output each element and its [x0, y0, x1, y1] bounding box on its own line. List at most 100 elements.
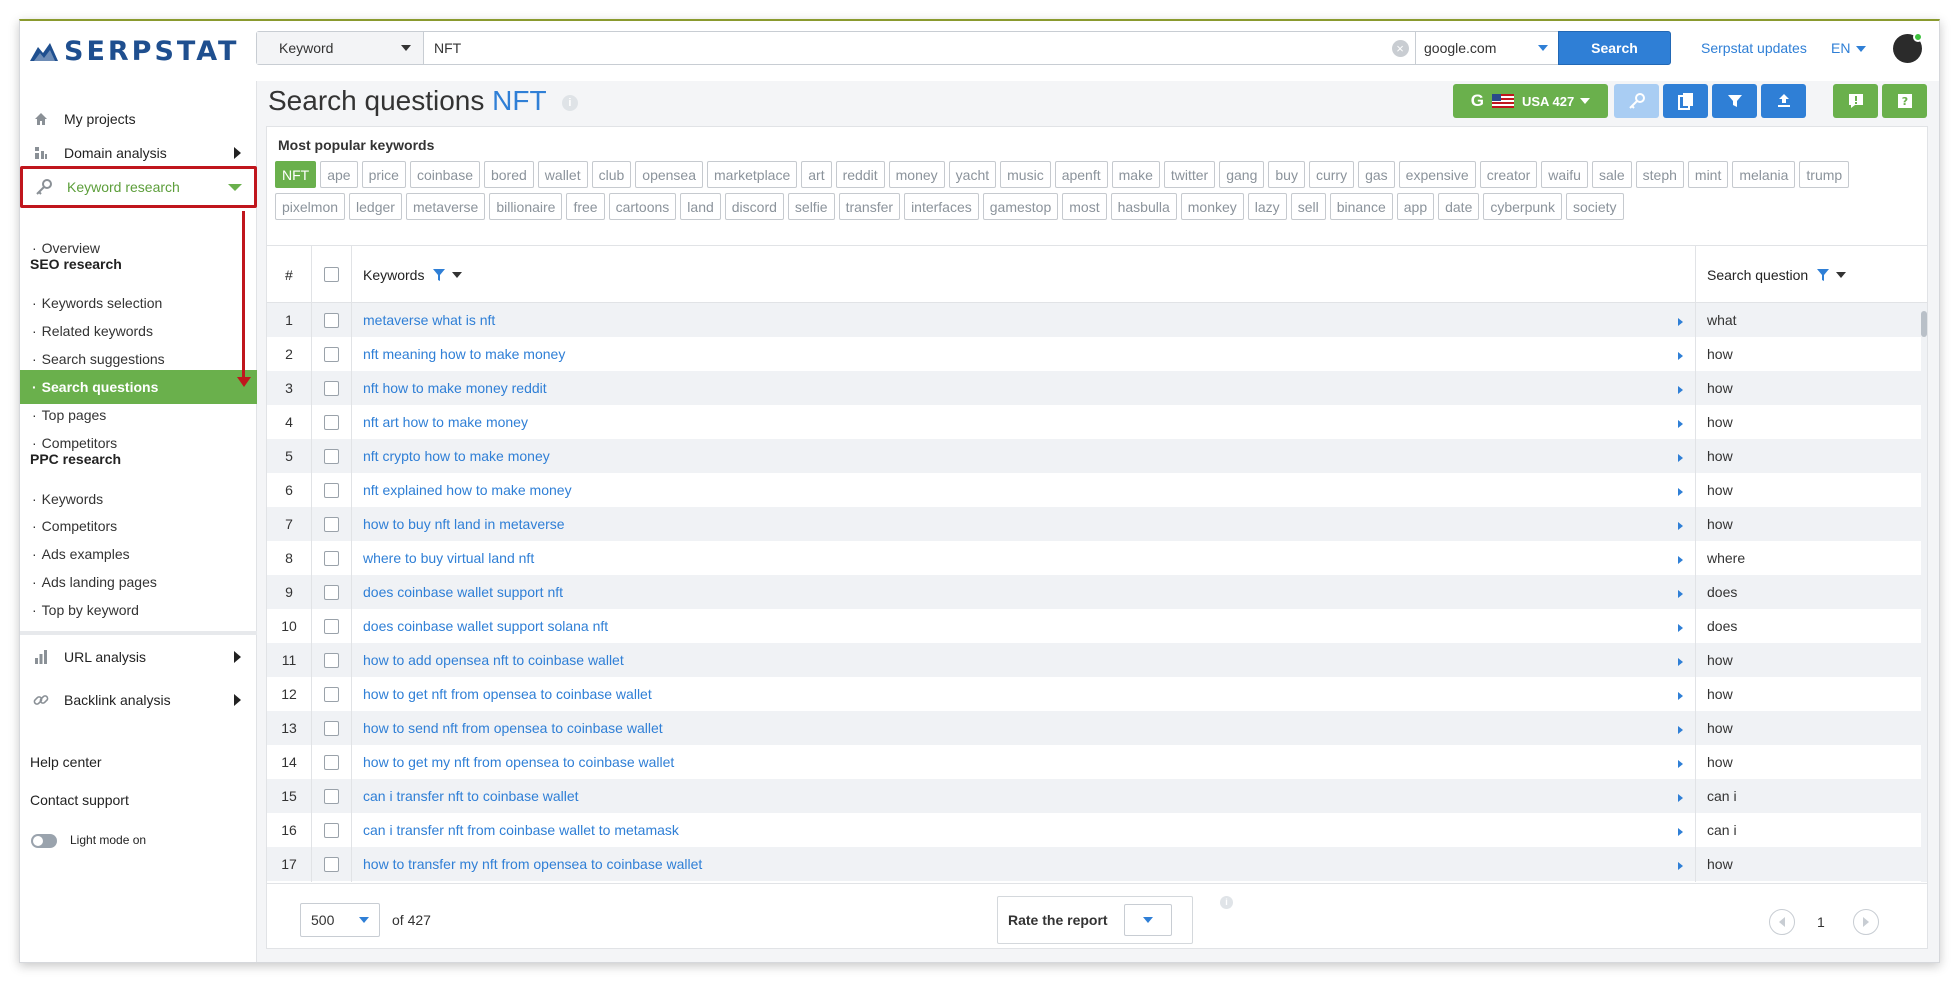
keyword-link[interactable]: how to send nft from opensea to coinbase…	[363, 711, 663, 745]
row-checkbox[interactable]	[324, 653, 339, 668]
report-issue-button[interactable]	[1833, 84, 1878, 118]
keyword-link[interactable]: metaverse what is nft	[363, 303, 495, 337]
sidebar-item-backlink-analysis[interactable]: Backlink analysis	[20, 680, 257, 720]
row-checkbox[interactable]	[324, 517, 339, 532]
keyword-chip[interactable]: pixelmon	[275, 193, 346, 220]
row-checkbox[interactable]	[324, 449, 339, 464]
keyword-chip[interactable]: melania	[1732, 161, 1796, 188]
row-checkbox[interactable]	[324, 415, 339, 430]
keyword-chip[interactable]: gas	[1358, 161, 1395, 188]
sidebar-item-keyword-research[interactable]: Keyword research	[20, 166, 257, 208]
logo[interactable]: SERPSTAT	[30, 31, 239, 71]
api-key-button[interactable]	[1614, 84, 1659, 118]
keyword-chip[interactable]: free	[566, 193, 605, 220]
row-checkbox[interactable]	[324, 381, 339, 396]
keyword-chip[interactable]: steph	[1635, 161, 1684, 188]
keyword-link[interactable]: how to buy nft land in metaverse	[363, 507, 565, 541]
expand-arrow-icon[interactable]	[1678, 760, 1683, 768]
keyword-chip[interactable]: yacht	[948, 161, 997, 188]
select-all-checkbox[interactable]	[324, 267, 339, 282]
sort-chevron-down-icon[interactable]	[452, 271, 463, 278]
keyword-chip[interactable]: gamestop	[982, 193, 1059, 220]
keyword-chip[interactable]: club	[591, 161, 632, 188]
keyword-chip[interactable]: trump	[1799, 161, 1850, 188]
keyword-chip[interactable]: gang	[1219, 161, 1265, 188]
keyword-chip[interactable]: transfer	[838, 193, 901, 220]
help-center-link[interactable]: Help center	[30, 754, 102, 770]
keyword-chip[interactable]: interfaces	[904, 193, 979, 220]
column-header-keywords[interactable]: Keywords	[363, 246, 463, 303]
previous-page-button[interactable]	[1769, 909, 1795, 935]
rate-report-select[interactable]	[1124, 904, 1172, 936]
keyword-chip[interactable]: mint	[1687, 161, 1729, 188]
keyword-chip[interactable]: cartoons	[608, 193, 677, 220]
keyword-chip[interactable]: opensea	[635, 161, 703, 188]
row-checkbox[interactable]	[324, 313, 339, 328]
keyword-chip[interactable]: money	[888, 161, 945, 188]
search-input[interactable]	[424, 32, 1385, 64]
sidebar-subitem-related-keywords[interactable]: · Related keywords	[20, 317, 257, 345]
keyword-chip[interactable]: binance	[1329, 193, 1393, 220]
expand-arrow-icon[interactable]	[1678, 522, 1683, 530]
expand-arrow-icon[interactable]	[1678, 420, 1683, 428]
clear-search-button[interactable]: ×	[1385, 32, 1415, 64]
sidebar-subitem-ads-landing-pages[interactable]: · Ads landing pages	[20, 568, 257, 596]
row-checkbox[interactable]	[324, 619, 339, 634]
keyword-chip[interactable]: twitter	[1163, 161, 1216, 188]
keyword-link[interactable]: how to transfer my nft from opensea to c…	[363, 847, 702, 881]
row-checkbox[interactable]	[324, 585, 339, 600]
keyword-chip[interactable]: hasbulla	[1110, 193, 1177, 220]
row-checkbox[interactable]	[324, 857, 339, 872]
expand-arrow-icon[interactable]	[1678, 454, 1683, 462]
keyword-chip[interactable]: cyberpunk	[1483, 193, 1562, 220]
sidebar-subitem-keywords-selection[interactable]: · Keywords selection	[20, 289, 257, 317]
keyword-link[interactable]: how to get nft from opensea to coinbase …	[363, 677, 652, 711]
table-scrollbar-thumb[interactable]	[1921, 311, 1927, 337]
sidebar-subitem-search-suggestions[interactable]: · Search suggestions	[20, 345, 257, 373]
sidebar-subitem-ppc-keywords[interactable]: · Keywords	[20, 485, 257, 513]
table-scrollbar[interactable]	[1921, 303, 1927, 882]
row-checkbox[interactable]	[324, 687, 339, 702]
keyword-chip[interactable]: most	[1062, 193, 1107, 220]
sidebar-subitem-ads-examples[interactable]: · Ads examples	[20, 540, 257, 568]
filter-icon[interactable]	[1816, 268, 1830, 282]
row-checkbox[interactable]	[324, 789, 339, 804]
row-checkbox[interactable]	[324, 721, 339, 736]
keyword-chip[interactable]: selfie	[787, 193, 835, 220]
expand-arrow-icon[interactable]	[1678, 352, 1683, 360]
keyword-chip[interactable]: sell	[1290, 193, 1326, 220]
keyword-chip[interactable]: billionaire	[489, 193, 563, 220]
light-mode-toggle[interactable]	[31, 834, 57, 848]
sort-chevron-down-icon[interactable]	[1836, 271, 1847, 278]
filter-icon[interactable]	[432, 268, 446, 282]
keyword-link[interactable]: does coinbase wallet support solana nft	[363, 609, 608, 643]
keyword-link[interactable]: nft how to make money reddit	[363, 371, 547, 405]
keyword-link[interactable]: how to get my nft from opensea to coinba…	[363, 745, 674, 779]
keyword-chip[interactable]: make	[1111, 161, 1160, 188]
keyword-chip[interactable]: curry	[1308, 161, 1355, 188]
keyword-chip[interactable]: ape	[320, 161, 358, 188]
keyword-chip[interactable]: art	[801, 161, 832, 188]
keyword-chip[interactable]: waifu	[1541, 161, 1588, 188]
keyword-chip[interactable]: date	[1438, 193, 1480, 220]
keyword-link[interactable]: nft crypto how to make money	[363, 439, 550, 473]
row-checkbox[interactable]	[324, 823, 339, 838]
keyword-chip[interactable]: coinbase	[409, 161, 480, 188]
keyword-chip[interactable]: apenft	[1054, 161, 1108, 188]
keyword-link[interactable]: can i transfer nft from coinbase wallet …	[363, 813, 679, 847]
keyword-chip[interactable]: expensive	[1398, 161, 1476, 188]
expand-arrow-icon[interactable]	[1678, 658, 1683, 666]
expand-arrow-icon[interactable]	[1678, 692, 1683, 700]
keyword-chip[interactable]: creator	[1479, 161, 1538, 188]
keyword-chip[interactable]: ledger	[349, 193, 402, 220]
keyword-chip[interactable]: reddit	[835, 161, 885, 188]
rate-info-icon[interactable]: i	[1220, 896, 1233, 909]
keyword-chip[interactable]: society	[1565, 193, 1624, 220]
expand-arrow-icon[interactable]	[1678, 862, 1683, 870]
sidebar-item-url-analysis[interactable]: URL analysis	[20, 637, 257, 677]
expand-arrow-icon[interactable]	[1678, 726, 1683, 734]
sidebar-subitem-search-questions[interactable]: · Search questions	[20, 370, 257, 404]
keyword-chip[interactable]: land	[680, 193, 721, 220]
keyword-link[interactable]: how to add opensea nft to coinbase walle…	[363, 643, 624, 677]
keyword-chip[interactable]: app	[1396, 193, 1435, 220]
